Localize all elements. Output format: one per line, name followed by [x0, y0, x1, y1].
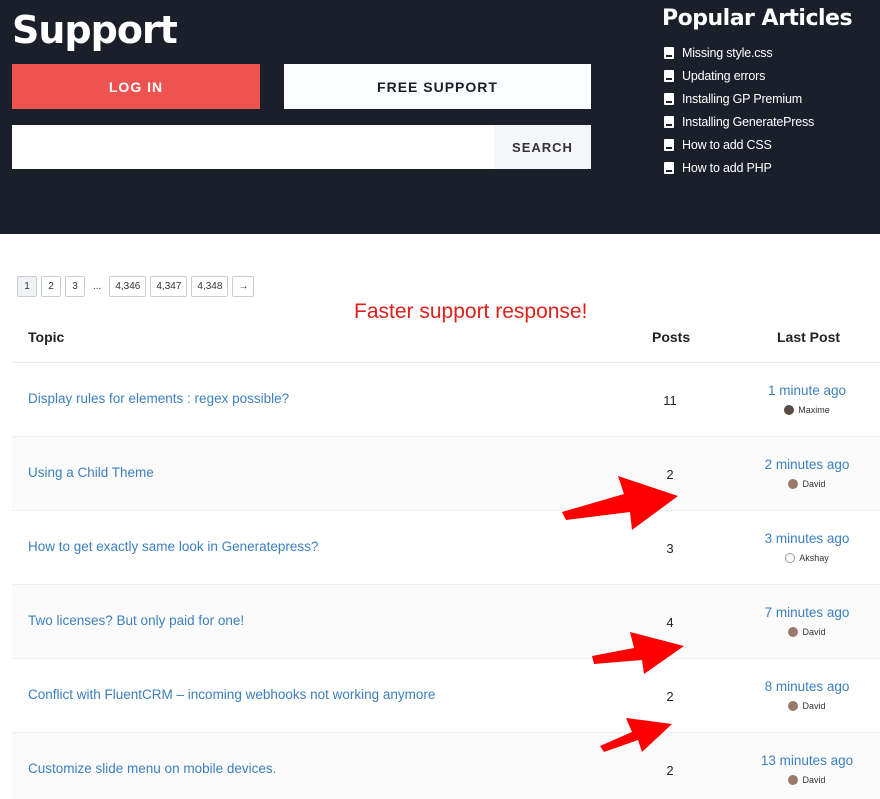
last-post-user[interactable]: David: [732, 775, 880, 785]
post-count: 11: [663, 393, 677, 408]
book-icon: [664, 138, 674, 151]
popular-article-link[interactable]: How to add PHP: [662, 156, 872, 179]
topic-link[interactable]: How to get exactly same look in Generate…: [28, 539, 318, 554]
popular-article-label: How to add CSS: [682, 137, 772, 152]
last-post-user[interactable]: David: [732, 701, 880, 711]
post-count: 2: [666, 763, 674, 778]
table-row: Display rules for elements : regex possi…: [12, 363, 880, 437]
red-arrow-annotation: [562, 476, 678, 530]
last-post-user[interactable]: David: [732, 479, 880, 489]
book-icon: [664, 69, 674, 82]
user-name: David: [802, 627, 826, 637]
popular-article-label: Installing GP Premium: [682, 91, 802, 106]
free-support-button[interactable]: FREE SUPPORT: [284, 64, 591, 109]
topic-link[interactable]: Conflict with FluentCRM – incoming webho…: [28, 687, 435, 702]
avatar: [788, 479, 799, 489]
red-arrow-annotation: [600, 718, 672, 752]
last-post-time-link[interactable]: 7 minutes ago: [732, 605, 880, 620]
table-row: Two licenses? But only paid for one! 4 7…: [12, 585, 880, 659]
last-post-time-link[interactable]: 2 minutes ago: [732, 457, 880, 472]
popular-articles-list: Missing style.css Updating errors Instal…: [662, 41, 872, 179]
page-link[interactable]: 4,348: [191, 276, 229, 297]
last-post-time-link[interactable]: 13 minutes ago: [732, 753, 880, 768]
avatar: [788, 627, 799, 637]
last-post-time-link[interactable]: 1 minute ago: [732, 383, 880, 398]
table-row: How to get exactly same look in Generate…: [12, 511, 880, 585]
next-page-link[interactable]: →: [232, 276, 255, 297]
column-header-posts: Posts: [652, 329, 691, 345]
page-link[interactable]: 4,346: [109, 276, 147, 297]
topic-link[interactable]: Using a Child Theme: [28, 465, 154, 480]
popular-article-link[interactable]: Missing style.css: [662, 41, 872, 64]
user-name: David: [802, 701, 826, 711]
topic-link[interactable]: Two licenses? But only paid for one!: [28, 613, 244, 628]
user-name: David: [802, 775, 826, 785]
popular-article-link[interactable]: Installing GeneratePress: [662, 110, 872, 133]
popular-article-link[interactable]: How to add CSS: [662, 133, 872, 156]
popular-article-label: How to add PHP: [682, 160, 772, 175]
header: Support LOG IN FREE SUPPORT SEARCH Popul…: [0, 0, 880, 234]
page-link-current[interactable]: 1: [17, 276, 37, 297]
search-button[interactable]: SEARCH: [494, 125, 591, 169]
book-icon: [664, 92, 674, 105]
search-input[interactable]: [12, 125, 494, 169]
table-row: Using a Child Theme 2 2 minutes ago Davi…: [12, 437, 880, 511]
post-count: 3: [666, 541, 674, 556]
last-post-user[interactable]: David: [732, 627, 880, 637]
popular-article-label: Installing GeneratePress: [682, 114, 815, 129]
post-count: 2: [666, 689, 674, 704]
book-icon: [664, 115, 674, 128]
page-link[interactable]: 2: [41, 276, 61, 297]
avatar: [788, 701, 799, 711]
avatar: [785, 553, 796, 563]
popular-article-label: Updating errors: [682, 68, 766, 83]
topic-link[interactable]: Customize slide menu on mobile devices.: [28, 761, 276, 776]
topic-link[interactable]: Display rules for elements : regex possi…: [28, 391, 289, 406]
page-title: Support: [12, 8, 178, 52]
avatar: [788, 775, 799, 785]
pagination-ellipsis: ...: [93, 281, 102, 292]
last-post-user[interactable]: Maxime: [732, 405, 880, 415]
last-post-time-link[interactable]: 8 minutes ago: [732, 679, 880, 694]
last-post-user[interactable]: Akshay: [732, 553, 880, 563]
pagination: 1 2 3 ... 4,346 4,347 4,348 →: [17, 276, 255, 297]
avatar: [784, 405, 795, 415]
popular-articles-title: Popular Articles: [662, 6, 853, 31]
user-name: Akshay: [799, 553, 829, 563]
red-arrow-annotation: [592, 632, 684, 674]
popular-article-link[interactable]: Updating errors: [662, 64, 872, 87]
user-name: Maxime: [798, 405, 830, 415]
page-link[interactable]: 3: [65, 276, 85, 297]
login-button[interactable]: LOG IN: [12, 64, 260, 109]
user-name: David: [802, 479, 826, 489]
popular-article-label: Missing style.css: [682, 45, 773, 60]
book-icon: [664, 161, 674, 174]
column-header-topic: Topic: [28, 329, 65, 345]
popular-article-link[interactable]: Installing GP Premium: [662, 87, 872, 110]
book-icon: [664, 46, 674, 59]
table-row: Conflict with FluentCRM – incoming webho…: [12, 659, 880, 733]
promo-annotation: Faster support response!: [354, 300, 588, 323]
page-link[interactable]: 4,347: [150, 276, 188, 297]
column-header-last-post: Last Post: [777, 329, 841, 345]
last-post-time-link[interactable]: 3 minutes ago: [732, 531, 880, 546]
popular-articles: Popular Articles Missing style.css Updat…: [662, 6, 872, 179]
table-row: Customize slide menu on mobile devices. …: [12, 733, 880, 799]
